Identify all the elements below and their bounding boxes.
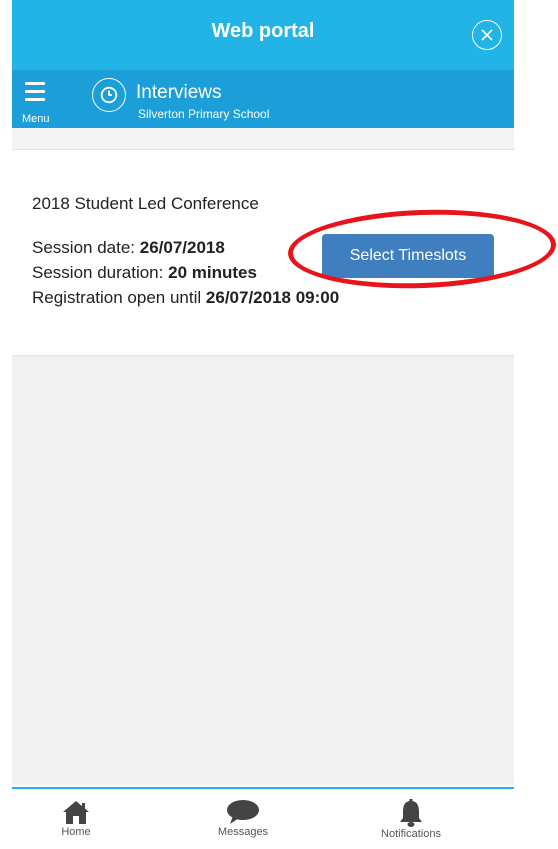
home-icon <box>63 801 89 824</box>
registration-line: Registration open until 26/07/2018 09:00 <box>32 288 339 308</box>
school-name: Silverton Primary School <box>138 107 270 121</box>
empty-content-area <box>12 355 514 785</box>
registration-label: Registration open until <box>32 288 202 307</box>
session-duration-value: 20 minutes <box>168 263 257 282</box>
clock-glyph <box>100 86 118 104</box>
hamburger-icon-bar <box>25 98 45 101</box>
hamburger-icon <box>25 82 45 85</box>
conference-card: 2018 Student Led Conference Session date… <box>12 150 514 355</box>
hamburger-icon-bar <box>25 90 45 93</box>
session-date-label: Session date: <box>32 238 136 257</box>
tab-home-label: Home <box>61 826 91 838</box>
menu-button[interactable]: Menu <box>22 82 50 126</box>
app-nav-bar: Menu Interviews Silverton Primary School <box>12 70 514 128</box>
session-date-value: 26/07/2018 <box>139 238 225 257</box>
title-bar: Web portal <box>12 0 514 70</box>
window-title: Web portal <box>211 20 315 42</box>
tab-notifications[interactable]: Notifications <box>356 799 466 840</box>
session-duration-line: Session duration: 20 minutes <box>32 263 257 283</box>
content-top-strip <box>12 128 514 150</box>
bottom-tab-bar: Home Messages Notifications <box>12 787 514 849</box>
tab-messages[interactable]: Messages <box>188 799 298 838</box>
tab-messages-label: Messages <box>217 826 269 838</box>
close-icon <box>481 29 493 41</box>
conference-title: 2018 Student Led Conference <box>32 194 259 213</box>
tab-notifications-label: Notifications <box>381 828 441 840</box>
registration-value: 26/07/2018 09:00 <box>205 288 340 307</box>
session-duration-label: Session duration: <box>32 263 164 282</box>
session-date-line: Session date: 26/07/2018 <box>32 238 225 258</box>
chat-bubble-icon <box>227 800 259 824</box>
close-button[interactable] <box>472 20 502 50</box>
section-title: Interviews <box>136 82 222 103</box>
bell-icon <box>400 799 422 827</box>
select-timeslots-button[interactable]: Select Timeslots <box>322 234 494 278</box>
tab-home[interactable]: Home <box>21 799 131 838</box>
menu-label: Menu <box>22 113 50 125</box>
clock-icon <box>92 78 126 112</box>
